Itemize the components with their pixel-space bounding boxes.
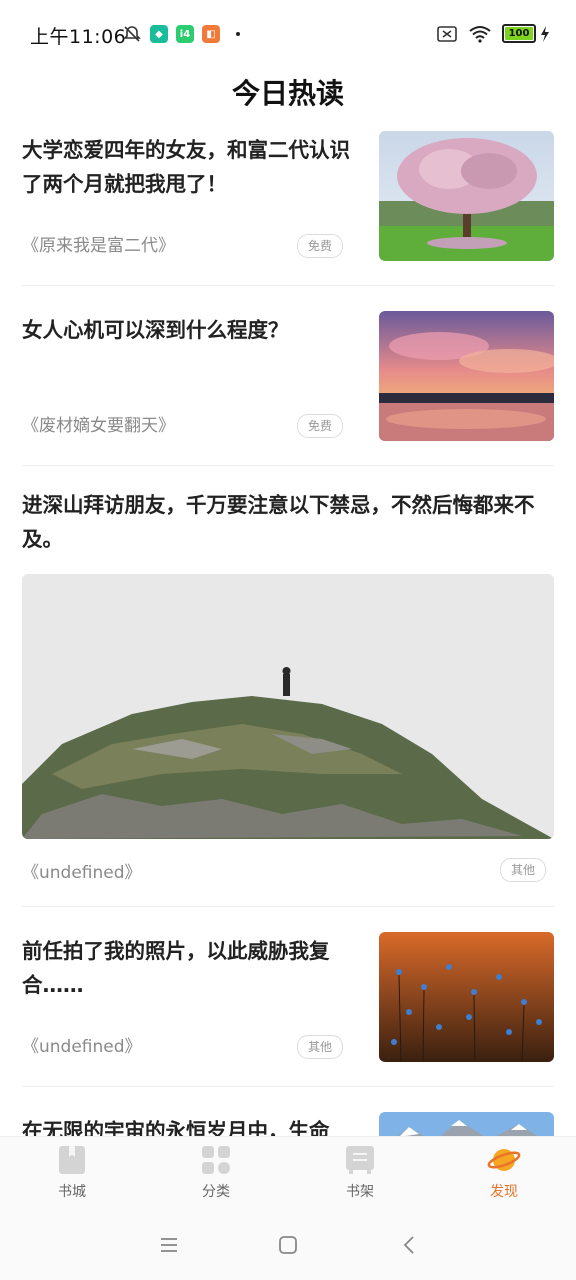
nav-label: 书城 xyxy=(58,1184,86,1200)
i4-app-icon: i4 xyxy=(176,25,194,43)
system-nav-bar xyxy=(0,1210,576,1280)
nav-item-bookshelf[interactable]: 书架 xyxy=(288,1137,432,1211)
mute-alarm-icon xyxy=(123,26,141,42)
divider xyxy=(22,1086,554,1087)
article-card[interactable]: 大学恋爱四年的女友，和富二代认识了两个月就把我甩了！ 《原来我是富二代》 免费 xyxy=(22,128,554,285)
article-source: 《废材嫡女要翻天》 xyxy=(22,416,175,436)
status-bar: 上午11:06 ◆ i4 ◧ 100 xyxy=(0,0,576,70)
article-card[interactable]: 前任拍了我的照片，以此威胁我复合…… 《undefined》 其他 xyxy=(22,929,554,1086)
nav-label: 分类 xyxy=(202,1184,230,1200)
bookshelf-icon xyxy=(346,1146,374,1174)
planet-icon xyxy=(487,1149,521,1171)
article-feed[interactable]: 大学恋爱四年的女友，和富二代认识了两个月就把我甩了！ 《原来我是富二代》 免费 xyxy=(0,128,576,1136)
article-card[interactable]: 在无限的宇宙的永恒岁月中，生命 xyxy=(22,1109,554,1136)
article-card-large[interactable]: 进深山拜访朋友，千万要注意以下禁忌，不然后悔都来不及。 《undefined》 … xyxy=(22,466,554,906)
status-system-icons: 100 xyxy=(436,24,550,43)
article-title: 前任拍了我的照片，以此威胁我复合…… xyxy=(22,939,330,997)
article-hero-image xyxy=(22,574,554,839)
article-thumbnail xyxy=(379,311,554,441)
category-icon xyxy=(202,1146,230,1174)
article-thumbnail xyxy=(379,1112,554,1136)
more-notifications-icon xyxy=(236,32,240,36)
security-app-icon: ◆ xyxy=(150,25,168,43)
back-button[interactable] xyxy=(394,1230,424,1260)
article-tag: 其他 xyxy=(500,858,547,882)
article-tag: 免费 xyxy=(297,234,344,258)
battery-level: 100 xyxy=(508,28,530,39)
menu-button[interactable] xyxy=(154,1230,184,1260)
divider xyxy=(22,285,554,286)
article-thumbnail xyxy=(379,932,554,1062)
bookstore-icon xyxy=(59,1146,85,1174)
article-source: 《原来我是富二代》 xyxy=(22,236,175,256)
nav-item-category[interactable]: 分类 xyxy=(144,1137,288,1211)
battery-icon: 100 xyxy=(502,24,536,43)
menu-icon xyxy=(161,1238,177,1252)
article-card[interactable]: 女人心机可以深到什么程度？ 《废材嫡女要翻天》 免费 xyxy=(22,308,554,465)
nav-label: 发现 xyxy=(490,1184,518,1200)
article-tag: 免费 xyxy=(297,414,344,438)
nav-item-bookstore[interactable]: 书城 xyxy=(0,1137,144,1211)
sim-off-icon xyxy=(437,25,457,42)
bottom-nav: 书城 分类 书架 发现 xyxy=(0,1136,576,1211)
article-thumbnail xyxy=(379,131,554,261)
article-title: 女人心机可以深到什么程度？ xyxy=(22,318,289,342)
article-title: 大学恋爱四年的女友，和富二代认识了两个月就把我甩了！ xyxy=(22,138,350,196)
wifi-icon xyxy=(469,25,491,43)
divider xyxy=(22,906,554,907)
shopping-app-icon: ◧ xyxy=(202,25,220,43)
status-notification-icons: ◆ i4 ◧ xyxy=(122,24,240,44)
page-title: 今日热读 xyxy=(231,77,344,110)
article-title: 进深山拜访朋友，千万要注意以下禁忌，不然后悔都来不及。 xyxy=(22,493,535,551)
nav-label: 书架 xyxy=(346,1184,374,1200)
back-icon xyxy=(403,1236,414,1254)
article-tag: 其他 xyxy=(297,1035,344,1059)
home-button[interactable] xyxy=(273,1230,303,1260)
home-icon xyxy=(279,1236,297,1254)
article-source: 《undefined》 xyxy=(22,1037,142,1057)
nav-item-discover[interactable]: 发现 xyxy=(432,1137,576,1211)
charging-icon xyxy=(541,25,549,42)
article-title: 在无限的宇宙的永恒岁月中，生命 xyxy=(22,1119,330,1136)
status-time: 上午11:06 xyxy=(30,26,127,48)
article-source: 《undefined》 xyxy=(22,863,142,883)
